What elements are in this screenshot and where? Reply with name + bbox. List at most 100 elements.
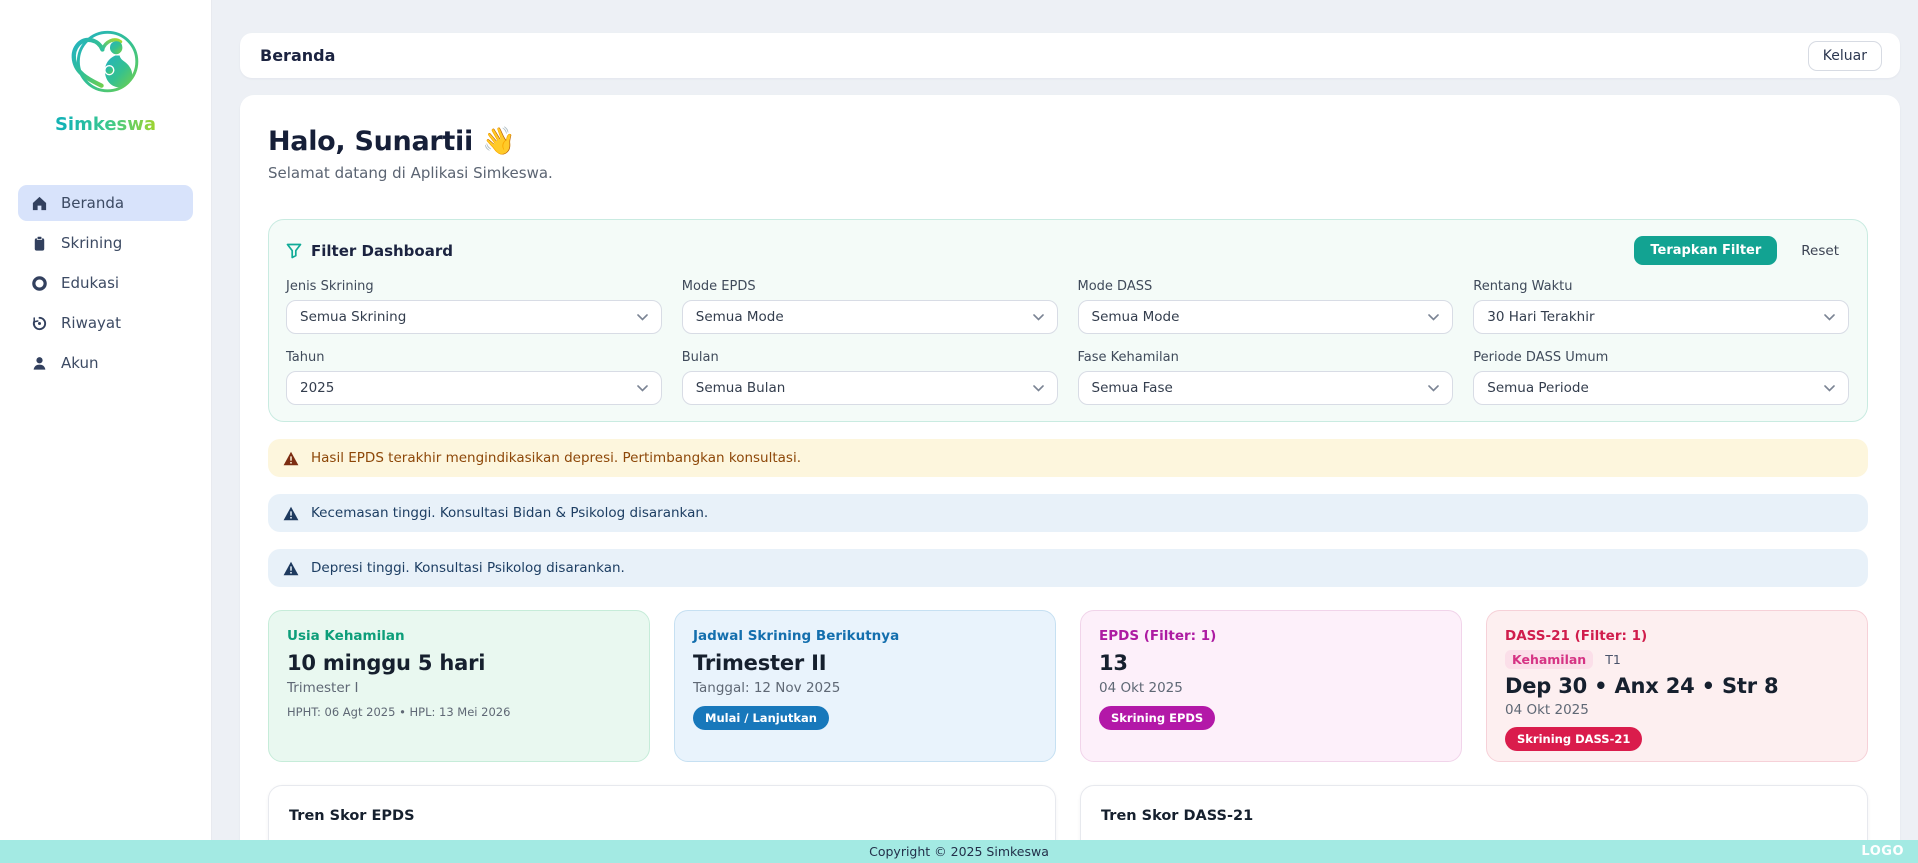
dashboard-card: Halo, Sunartii 👋 Selamat datang di Aplik… [240, 95, 1900, 863]
sidebar-item-label: Riwayat [61, 314, 121, 332]
card-sub: Trimester I [287, 680, 631, 696]
chevron-down-icon [1824, 385, 1835, 392]
sidebar-item-label: Skrining [61, 234, 122, 252]
alert-anxiety: Kecemasan tinggi. Konsultasi Bidan & Psi… [268, 494, 1868, 532]
history-icon [31, 315, 48, 332]
clipboard-icon [31, 235, 48, 252]
chevron-down-icon [637, 314, 648, 321]
chart-title: Tren Skor DASS-21 [1101, 808, 1847, 824]
sidebar-item-beranda[interactable]: Beranda [18, 185, 193, 221]
card-label: DASS-21 (Filter: 1) [1505, 628, 1849, 644]
card-dass21: DASS-21 (Filter: 1) Kehamilan T1 Dep 30 … [1486, 610, 1868, 762]
filter-field-bulan: Bulan Semua Bulan [682, 350, 1058, 405]
rentang-waktu-select[interactable]: 30 Hari Terakhir [1473, 300, 1849, 334]
card-usia-kehamilan: Usia Kehamilan 10 minggu 5 hari Trimeste… [268, 610, 650, 762]
sidebar: Simkeswa Beranda Skrining Edukas [0, 0, 212, 863]
dass-chips: Kehamilan T1 [1505, 650, 1849, 669]
chevron-down-icon [1428, 314, 1439, 321]
field-label: Mode EPDS [682, 279, 1058, 294]
disc-icon [31, 275, 48, 292]
logout-button[interactable]: Keluar [1808, 41, 1882, 71]
trimester-chip: T1 [1605, 652, 1621, 667]
alert-text: Hasil EPDS terakhir mengindikasikan depr… [311, 450, 801, 466]
periode-dass-select[interactable]: Semua Periode [1473, 371, 1849, 405]
stat-cards: Usia Kehamilan 10 minggu 5 hari Trimeste… [268, 610, 1868, 762]
filter-dashboard-panel: Filter Dashboard Terapkan Filter Reset J… [268, 219, 1868, 422]
filter-field-mode-epds: Mode EPDS Semua Mode [682, 279, 1058, 334]
card-value: 10 minggu 5 hari [287, 651, 631, 675]
apply-filter-button[interactable]: Terapkan Filter [1634, 236, 1777, 265]
chevron-down-icon [1824, 314, 1835, 321]
warning-triangle-icon [283, 561, 299, 576]
main-area: Beranda Keluar Halo, Sunartii 👋 Selamat … [212, 0, 1918, 863]
warning-triangle-icon [283, 506, 299, 521]
bulan-select[interactable]: Semua Bulan [682, 371, 1058, 405]
filter-field-rentang-waktu: Rentang Waktu 30 Hari Terakhir [1473, 279, 1849, 334]
filter-field-fase-kehamilan: Fase Kehamilan Semua Fase [1078, 350, 1454, 405]
home-icon [31, 195, 48, 212]
card-sub: 04 Okt 2025 [1505, 702, 1849, 718]
filter-fields: Jenis Skrining Semua Skrining Mode EPDS … [286, 279, 1849, 405]
mode-dass-select[interactable]: Semua Mode [1078, 300, 1454, 334]
chevron-down-icon [1033, 385, 1044, 392]
sidebar-item-edukasi[interactable]: Edukasi [18, 265, 193, 301]
chart-title: Tren Skor EPDS [289, 808, 1035, 824]
wave-emoji: 👋 [482, 126, 515, 157]
card-value: 13 [1099, 651, 1443, 675]
app-name: Simkeswa [55, 114, 156, 135]
sidebar-item-label: Akun [61, 354, 99, 372]
sidebar-item-riwayat[interactable]: Riwayat [18, 305, 193, 341]
card-value: Dep 30 • Anx 24 • Str 8 [1505, 674, 1849, 698]
greeting-subtitle: Selamat datang di Aplikasi Simkeswa. [268, 164, 1868, 182]
greeting-title: Halo, Sunartii 👋 [268, 125, 1868, 157]
filter-field-mode-dass: Mode DASS Semua Mode [1078, 279, 1454, 334]
field-label: Rentang Waktu [1473, 279, 1849, 294]
field-label: Fase Kehamilan [1078, 350, 1454, 365]
footer-logo-text: LOGO [1861, 840, 1904, 863]
fase-kehamilan-select[interactable]: Semua Fase [1078, 371, 1454, 405]
app-layout: Simkeswa Beranda Skrining Edukas [0, 0, 1918, 863]
card-label: Jadwal Skrining Berikutnya [693, 628, 1037, 644]
alert-epds-depression: Hasil EPDS terakhir mengindikasikan depr… [268, 439, 1868, 477]
filter-field-periode-dass: Periode DASS Umum Semua Periode [1473, 350, 1849, 405]
chevron-down-icon [1033, 314, 1044, 321]
sidebar-item-skrining[interactable]: Skrining [18, 225, 193, 261]
simkeswa-logo-icon [62, 22, 148, 108]
sidebar-item-label: Beranda [61, 194, 124, 212]
filter-funnel-icon [286, 243, 302, 259]
card-epds: EPDS (Filter: 1) 13 04 Okt 2025 Skrining… [1080, 610, 1462, 762]
sidebar-item-label: Edukasi [61, 274, 119, 292]
start-screening-button[interactable]: Mulai / Lanjutkan [693, 706, 829, 730]
app-logo: Simkeswa [55, 22, 156, 135]
sidebar-item-akun[interactable]: Akun [18, 345, 193, 381]
field-label: Bulan [682, 350, 1058, 365]
jenis-skrining-select[interactable]: Semua Skrining [286, 300, 662, 334]
card-value: Trimester II [693, 651, 1037, 675]
filter-field-jenis-skrining: Jenis Skrining Semua Skrining [286, 279, 662, 334]
field-label: Mode DASS [1078, 279, 1454, 294]
dass-badge: Skrining DASS-21 [1505, 727, 1642, 751]
field-label: Jenis Skrining [286, 279, 662, 294]
copyright-text: Copyright © 2025 Simkeswa [869, 844, 1049, 859]
card-detail: HPHT: 06 Agt 2025 • HPL: 13 Mei 2026 [287, 705, 631, 719]
alert-text: Depresi tinggi. Konsultasi Psikolog disa… [311, 560, 625, 576]
card-label: EPDS (Filter: 1) [1099, 628, 1443, 644]
filter-title: Filter Dashboard [286, 242, 453, 260]
footer-bar: Copyright © 2025 Simkeswa LOGO [0, 840, 1918, 863]
tahun-select[interactable]: 2025 [286, 371, 662, 405]
card-jadwal-skrining: Jadwal Skrining Berikutnya Trimester II … [674, 610, 1056, 762]
alert-text: Kecemasan tinggi. Konsultasi Bidan & Psi… [311, 505, 708, 521]
mode-epds-select[interactable]: Semua Mode [682, 300, 1058, 334]
filter-field-tahun: Tahun 2025 [286, 350, 662, 405]
phase-chip: Kehamilan [1505, 650, 1593, 669]
user-icon [31, 355, 48, 372]
chevron-down-icon [637, 385, 648, 392]
topbar: Beranda Keluar [240, 33, 1900, 78]
card-label: Usia Kehamilan [287, 628, 631, 644]
sidebar-nav: Beranda Skrining Edukasi [0, 185, 211, 385]
page-title: Beranda [260, 46, 335, 65]
card-sub: 04 Okt 2025 [1099, 680, 1443, 696]
reset-filter-button[interactable]: Reset [1791, 237, 1849, 265]
warning-triangle-icon [283, 451, 299, 466]
chevron-down-icon [1428, 385, 1439, 392]
